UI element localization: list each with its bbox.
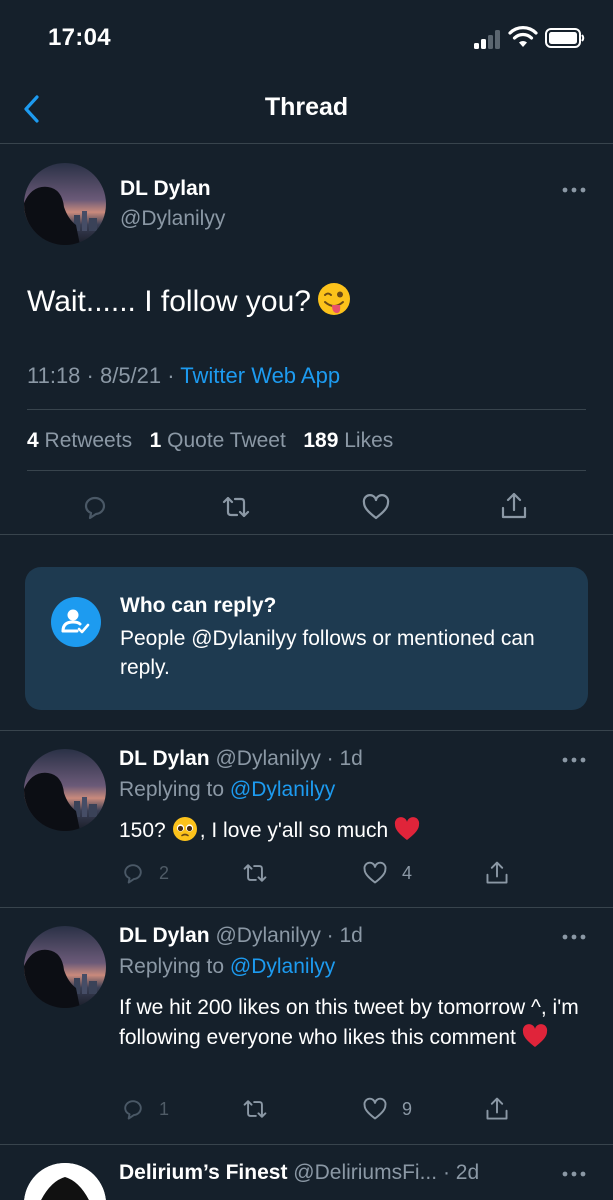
tweet-source-link[interactable]: Twitter Web App bbox=[180, 363, 340, 388]
reply-time: · 1d bbox=[320, 924, 363, 947]
share-icon[interactable] bbox=[484, 1096, 510, 1122]
heart-icon[interactable] bbox=[362, 860, 388, 886]
red-heart-emoji-icon bbox=[522, 1024, 547, 1047]
like-count: 9 bbox=[402, 1099, 413, 1119]
reply-actions: 1 9 bbox=[0, 1096, 613, 1122]
cellular-signal-icon bbox=[474, 29, 504, 49]
share-icon[interactable] bbox=[499, 491, 529, 521]
nav-bar: Thread bbox=[0, 80, 613, 144]
tweet-timestamp: 11:18 · 8/5/21 · bbox=[27, 363, 181, 388]
red-heart-emoji-icon bbox=[395, 817, 420, 840]
author-handle[interactable]: @Dylanilyy bbox=[120, 207, 225, 231]
page-title: Thread bbox=[264, 93, 349, 121]
tweet-actions bbox=[0, 490, 613, 524]
avatar[interactable] bbox=[24, 1163, 106, 1200]
reply-header: DL Dylan @Dylanilyy · 1d bbox=[119, 924, 363, 948]
more-dots-icon[interactable] bbox=[561, 932, 587, 942]
tweet-meta: 11:18 · 8/5/21 · Twitter Web App bbox=[27, 363, 340, 389]
who-can-reply-card: Who can reply? People @Dylanilyy follows… bbox=[25, 567, 588, 710]
reply-text: 150? , I love y'all so much bbox=[119, 816, 589, 846]
avatar[interactable] bbox=[24, 749, 106, 831]
avatar[interactable] bbox=[24, 163, 106, 245]
reply-text: If we hit 200 likes on this tweet by tom… bbox=[119, 996, 579, 1049]
reply-time: · 2d bbox=[437, 1161, 480, 1184]
tweet-stats: 4 Retweets 1 Quote Tweet 189 Likes bbox=[27, 429, 393, 453]
replying-to-mention[interactable]: @Dylanilyy bbox=[230, 778, 335, 801]
avatar[interactable] bbox=[24, 926, 106, 1008]
quotes-stat[interactable]: 1 Quote Tweet bbox=[150, 429, 286, 452]
reply-author-name[interactable]: DL Dylan bbox=[119, 924, 210, 947]
more-dots-icon[interactable] bbox=[561, 1169, 587, 1179]
divider bbox=[27, 409, 586, 410]
tweet-text-content: Wait...... I follow you? bbox=[27, 285, 311, 318]
replying-to-mention[interactable]: @Dylanilyy bbox=[230, 955, 335, 978]
reply-author-handle[interactable]: @DeliriumsFi... bbox=[293, 1161, 437, 1184]
divider bbox=[27, 470, 586, 471]
reply-count: 2 bbox=[159, 863, 170, 883]
status-bar: 17:04 bbox=[0, 0, 613, 80]
retweets-stat[interactable]: 4 Retweets bbox=[27, 429, 132, 452]
reply-icon[interactable] bbox=[80, 492, 110, 522]
reply-header: DL Dylan @Dylanilyy · 1d bbox=[119, 747, 363, 771]
retweet-icon[interactable] bbox=[242, 1096, 268, 1122]
reply-tweet[interactable]: DL Dylan @Dylanilyy · 1d Replying to @Dy… bbox=[0, 907, 613, 1144]
reply-author-handle[interactable]: @Dylanilyy bbox=[215, 924, 320, 947]
status-time: 17:04 bbox=[48, 24, 111, 51]
reply-icon[interactable] bbox=[120, 860, 146, 886]
main-tweet: DL Dylan @Dylanilyy Wait...... I follow … bbox=[0, 145, 613, 535]
tweet-text: Wait...... I follow you? bbox=[27, 282, 351, 319]
who-can-reply-body: People @Dylanilyy follows or mentioned c… bbox=[120, 627, 535, 679]
retweet-icon[interactable] bbox=[221, 492, 251, 522]
reply-tweet[interactable]: Delirium’s Finest @DeliriumsFi... · 2d bbox=[0, 1144, 613, 1200]
reply-tweet[interactable]: DL Dylan @Dylanilyy · 1d Replying to @Dy… bbox=[0, 730, 613, 907]
like-count: 4 bbox=[402, 863, 413, 883]
reply-time: · 1d bbox=[320, 747, 363, 770]
replying-to: Replying to @Dylanilyy bbox=[119, 778, 336, 801]
more-dots-icon[interactable] bbox=[561, 755, 587, 765]
more-dots-icon[interactable] bbox=[561, 185, 587, 195]
winking-tongue-emoji-icon bbox=[318, 283, 350, 315]
share-icon[interactable] bbox=[484, 860, 510, 886]
heart-icon[interactable] bbox=[361, 492, 391, 522]
reply-header: Delirium’s Finest @DeliriumsFi... · 2d bbox=[119, 1161, 479, 1185]
battery-icon bbox=[545, 28, 585, 48]
author-name[interactable]: DL Dylan bbox=[120, 177, 211, 201]
replying-to: Replying to @Dylanilyy bbox=[119, 955, 336, 978]
wifi-icon bbox=[508, 26, 538, 47]
who-can-reply-title: Who can reply? bbox=[120, 594, 277, 617]
likes-stat[interactable]: 189 Likes bbox=[303, 429, 393, 452]
person-check-icon bbox=[51, 597, 101, 647]
pleading-face-emoji-icon bbox=[172, 817, 197, 841]
reply-author-handle[interactable]: @Dylanilyy bbox=[215, 747, 320, 770]
reply-actions: 2 4 bbox=[0, 860, 613, 886]
reply-icon[interactable] bbox=[120, 1096, 146, 1122]
heart-icon[interactable] bbox=[362, 1096, 388, 1122]
reply-count: 1 bbox=[159, 1099, 170, 1119]
reply-author-name[interactable]: DL Dylan bbox=[119, 747, 210, 770]
retweet-icon[interactable] bbox=[242, 860, 268, 886]
divider bbox=[0, 534, 613, 535]
reply-author-name[interactable]: Delirium’s Finest bbox=[119, 1161, 287, 1184]
